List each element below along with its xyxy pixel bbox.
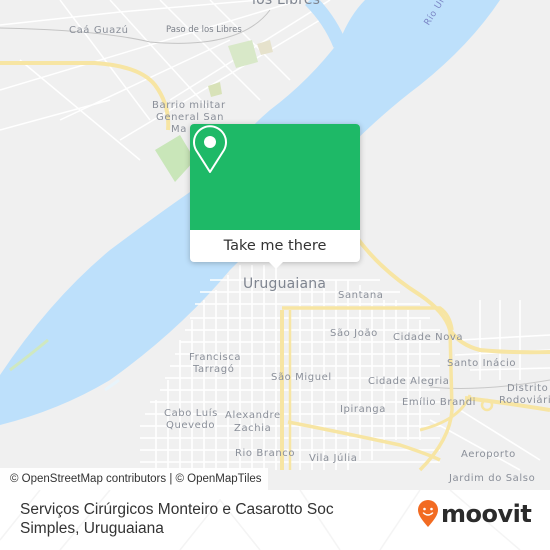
park [257, 40, 273, 55]
label-cidade-nova: Cidade Nova [393, 332, 464, 343]
label-barrio-militar-1: Barrio militar [152, 100, 226, 111]
major-roads-south [280, 233, 550, 472]
label-caa-guazu: Caá Guazú [69, 25, 129, 36]
location-popup: Take me there [190, 124, 360, 269]
map-attribution[interactable]: © OpenStreetMap contributors | © OpenMap… [0, 468, 268, 490]
label-paso-de-los-libres: Paso de los Libres [166, 25, 242, 35]
moovit-logo[interactable]: moovit [417, 500, 532, 528]
take-me-there-button[interactable]: Take me there [190, 230, 360, 262]
park [208, 82, 222, 97]
park [155, 135, 195, 182]
label-sao-miguel: São Miguel [271, 372, 332, 383]
label-distrito-2: Rodoviári [499, 395, 550, 406]
label-sao-joao: São João [330, 328, 378, 339]
label-barrio-militar-3: Ma [171, 124, 187, 135]
label-vila-julia: Vila Júlia [309, 453, 358, 464]
popup-tail [269, 262, 283, 269]
label-jardim-do-salso: Jardim do Salso [449, 473, 536, 484]
label-cabo-luis-1: Cabo Luís [164, 408, 218, 419]
label-cidade-alegria: Cidade Alegria [368, 376, 450, 387]
label-francisca-1: Francisca [189, 352, 242, 363]
label-uruguaiana: Uruguaiana [243, 276, 327, 292]
place-title: Serviços Cirúrgicos Monteiro e Casarotto… [20, 501, 334, 537]
label-distrito-1: Distrito [507, 383, 549, 394]
label-rio-branco: Rio Branco [235, 448, 296, 459]
highway-north [0, 61, 171, 131]
label-francisca-2: Tarragó [193, 364, 235, 375]
moovit-wordmark: moovit [441, 500, 532, 528]
label-santana: Santana [338, 290, 384, 301]
footer: Serviços Cirúrgicos Monteiro e Casarotto… [0, 490, 550, 550]
label-aeroporto: Aeroporto [461, 449, 516, 460]
map-pin-icon [193, 125, 227, 173]
label-alexandre-1: Alexandre [225, 410, 281, 421]
label-barrio-militar-2: General San [156, 112, 225, 123]
label-alexandre-2: Zachia [234, 423, 272, 434]
popup-header [190, 124, 360, 230]
label-los-libres-top: los Libres [252, 0, 321, 8]
map[interactable]: los Libres Caá Guazú Paso de los Libres … [0, 0, 550, 490]
label-santo-inacio: Santo Inácio [447, 358, 517, 369]
label-ipiranga: Ipiranga [340, 404, 386, 415]
label-emilio-brandi: Emílio Brandi [402, 397, 477, 408]
label-cabo-luis-2: Quevedo [166, 420, 216, 431]
moovit-pin-icon [418, 500, 438, 527]
